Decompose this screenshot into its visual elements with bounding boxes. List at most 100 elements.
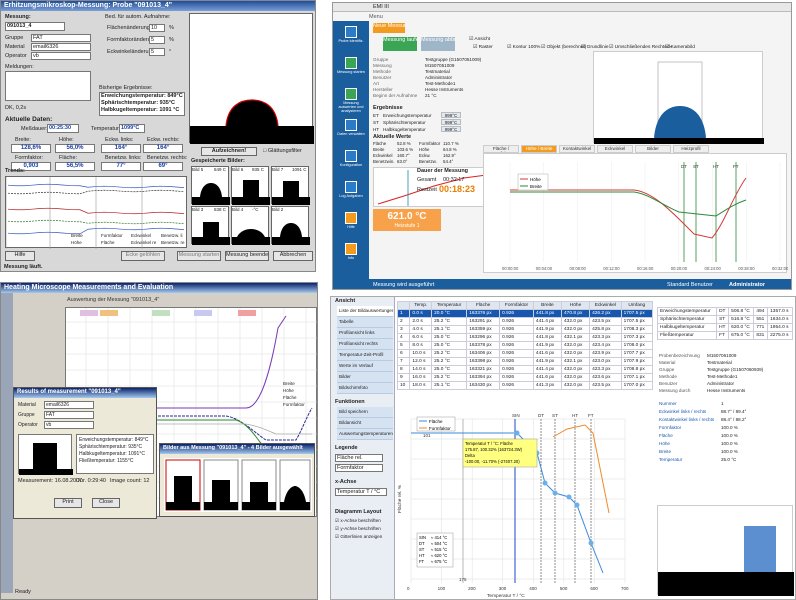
dauer-gesamt-label: Gesamt	[417, 177, 437, 183]
view-checkbox-5[interactable]: ☑ Umschließendes Rechteck	[609, 45, 672, 50]
abbrechen-button[interactable]: Abbrechen	[273, 251, 313, 261]
material-field[interactable]: email6326	[31, 43, 91, 51]
dialog-footer-2: Image count: 12	[110, 478, 150, 484]
dialog-footer-0: Measurement: 16.08.2007	[18, 478, 83, 484]
dialog-print-button[interactable]: Print	[54, 498, 82, 508]
result-row[interactable]: Erweichungstemperatur DT 506.8 °C 494 1357.0…	[656, 307, 793, 316]
chart-tab-4[interactable]: Bilder	[635, 145, 671, 153]
dialog-field-value-2[interactable]: vb	[44, 421, 94, 429]
sidebar-item-1[interactable]: Messung starten	[335, 56, 367, 84]
view-checkbox-6[interactable]: ☑ Kamerabild	[665, 45, 695, 50]
ansicht-item-7[interactable]: Bildschirmfoto	[337, 383, 393, 394]
area-chart: 0 100 200 300 400 500 600 700 Temperatur T / °C F…	[397, 393, 651, 599]
table-row[interactable]: 5 8.0 s 25.0 °C 163378 px 0.926 441.9 px 432.0…	[396, 341, 654, 350]
sidebar-item-7[interactable]: Info	[335, 242, 367, 270]
table-header[interactable]: Höhe	[560, 301, 591, 310]
result-cell: 506.8 °C	[728, 307, 755, 316]
funktion-item-0[interactable]: Bild speichern	[337, 407, 393, 418]
table-header[interactable]: Formfaktor	[499, 301, 534, 310]
ecke-button[interactable]: Ecke gelöhlen	[121, 251, 165, 261]
legende-1[interactable]: Formfaktor	[335, 464, 383, 472]
messung-starten-button[interactable]: Messung starten	[177, 251, 221, 261]
table-header[interactable]: Breite	[532, 301, 562, 310]
table-cell: 1708.3 px	[620, 325, 654, 334]
table-header[interactable]: Temp.	[409, 301, 433, 310]
dialog-close-button[interactable]: Close	[92, 498, 120, 508]
ansicht-item-3[interactable]: Profilansicht rechts	[337, 339, 393, 350]
chart-tab-5[interactable]: Heizprofil	[673, 145, 709, 153]
aufzeichnen-button[interactable]: Aufzeichnen!	[201, 147, 257, 156]
aktuelle-1-2: Höhe	[419, 147, 430, 152]
sidebar-item-3[interactable]: Daten verwalten	[335, 118, 367, 146]
table-cell: 423.9 px	[589, 349, 622, 358]
ansicht-item-5[interactable]: Werte im Verlauf	[337, 361, 393, 372]
messung-abbrechen-button[interactable]: Messung abbrechen	[421, 37, 455, 51]
sidebar-item-4[interactable]: Konfiguration	[335, 149, 367, 177]
layout-option-0[interactable]: ☑ x-Achse beschriften	[335, 518, 381, 524]
hilfe-button[interactable]: Hilfe	[5, 251, 35, 261]
result-row[interactable]: Fließtemperatur FT 675.0 °C 831 2275.0 s	[656, 331, 793, 340]
menu-label[interactable]: Menu	[369, 14, 383, 20]
table-row[interactable]: 6 10.0 s 25.2 °C 163406 px 0.926 441.6 px 432.…	[396, 349, 654, 358]
result-row[interactable]: Halbkugeltemperatur HT 620.0 °C 771 1954.0 s	[656, 323, 793, 332]
table-row[interactable]: 3 4.0 s 25.1 °C 163359 px 0.926 441.9 px 432.0…	[396, 325, 654, 334]
view-checkbox-4[interactable]: ☑ Grundlinie	[581, 45, 609, 50]
table-row[interactable]: 7 12.0 s 25.2 °C 163398 px 0.926 441.9 px 432.…	[396, 357, 654, 366]
table-row[interactable]: 4 6.0 s 25.0 °C 163296 px 0.926 441.8 px 432.1…	[396, 333, 654, 342]
dialog-field-value-1[interactable]: FAT	[44, 411, 94, 419]
chart-tab-3[interactable]: Eckwinkel	[597, 145, 633, 153]
table-cell: 25.1 °C	[431, 381, 468, 390]
view-checkbox-2[interactable]: ☑ Kontur 100%	[507, 45, 540, 50]
table-header[interactable]: Umfang	[620, 301, 654, 310]
x-tick: 00:12:00	[603, 266, 620, 271]
funktion-item-2[interactable]: Auswertungstemperaturen	[337, 429, 393, 440]
table-row[interactable]: 1 0.0 s 20.0 °C 163376 px 0.926 441.8 px 470.8…	[396, 309, 654, 318]
table-row[interactable]: 9 16.0 s 25.2 °C 163394 px 0.926 441.6 px 432.…	[396, 373, 654, 382]
view-checkbox-0[interactable]: ☑ Ansicht	[469, 37, 490, 42]
table-row[interactable]: 8 14.0 s 25.0 °C 163321 px 0.926 441.4 px 432.…	[396, 365, 654, 374]
temperature-sub: Heizstufe 1	[394, 223, 420, 229]
layout-option-1[interactable]: ☑ y-Achse beschriften	[335, 526, 381, 532]
chart-tab-1[interactable]: Höhe / Breite	[521, 145, 557, 153]
bed-value-0[interactable]: 10	[149, 24, 165, 32]
chart-tab-0[interactable]: Fläche / Formfaktor	[483, 145, 519, 153]
operator-field[interactable]: vb	[31, 52, 91, 60]
result-cell: 494	[753, 307, 769, 316]
sidebar-item-0[interactable]: Probe identifiz.	[335, 25, 367, 53]
layout-option-2[interactable]: ☑ Gitterlinien anzeigen	[335, 534, 382, 540]
bed-value-2[interactable]: 5	[149, 48, 165, 56]
ansicht-item-6[interactable]: Bilder	[337, 372, 393, 383]
view-checkbox-3[interactable]: ☑ Objekt (berechnet)	[541, 45, 586, 50]
ansicht-item-0[interactable]: Liste der Bildauswertungen	[337, 306, 393, 317]
messung-beenden-button[interactable]: Messung beenden	[225, 251, 269, 261]
gruppe-field[interactable]: FAT	[31, 34, 91, 42]
legende-0[interactable]: Fläche rel.	[335, 454, 383, 462]
x-achse-select[interactable]: Temperatur T / °C	[335, 488, 387, 496]
table-row[interactable]: 10 18.0 s 25.1 °C 163430 px 0.926 441.3 px 432…	[396, 381, 654, 390]
funktion-item-1[interactable]: Bildansicht	[337, 418, 393, 429]
sidebar-item-2[interactable]: Messung auswerten und analysieren	[335, 87, 367, 115]
ansicht-item-4[interactable]: Temperatur-Zeit-Profil	[337, 350, 393, 361]
sidebar-item-6[interactable]: Hilfe	[335, 211, 367, 239]
glaettung-checkbox[interactable]: □ Glättungsfilter	[263, 148, 302, 154]
messung-laufen-button[interactable]: Messung laufen	[383, 37, 417, 51]
dialog-result-1: Sphärischtemperatur: 935°C	[79, 444, 143, 450]
x-tick: 00:16:00	[637, 266, 654, 271]
table-header[interactable]: Temperatur	[431, 301, 468, 310]
messung-field[interactable]: 091013_4	[5, 22, 65, 31]
sidebar-item-5[interactable]: Log Aufgaben	[335, 180, 367, 208]
view-checkbox-1[interactable]: ☑ Raster	[473, 45, 493, 50]
ansicht-item-2[interactable]: Profilansicht links	[337, 328, 393, 339]
table-row[interactable]: 2 2.0 s 25.2 °C 163291 px 0.926 441.4 px 432.0…	[396, 317, 654, 326]
bed-value-1[interactable]: 5	[149, 36, 165, 44]
sidebar-label: Daten verwalten	[337, 132, 365, 136]
chart-tab-2[interactable]: Kontaktwinkel	[559, 145, 595, 153]
table-header[interactable]: Fläche	[466, 301, 501, 310]
sample-image-view	[189, 13, 314, 144]
ansicht-item-1[interactable]: Tabelle	[337, 317, 393, 328]
result-row[interactable]: Sphärischtemperatur ST 516.8 °C 551 1634.0 s	[656, 315, 793, 324]
tab-neue-messung[interactable]: Neue Messung	[373, 23, 405, 33]
dialog-field-value-0[interactable]: email6326	[44, 401, 94, 409]
cursor-value: 175	[459, 577, 467, 582]
table-header[interactable]: Eckwinkel	[589, 301, 622, 310]
